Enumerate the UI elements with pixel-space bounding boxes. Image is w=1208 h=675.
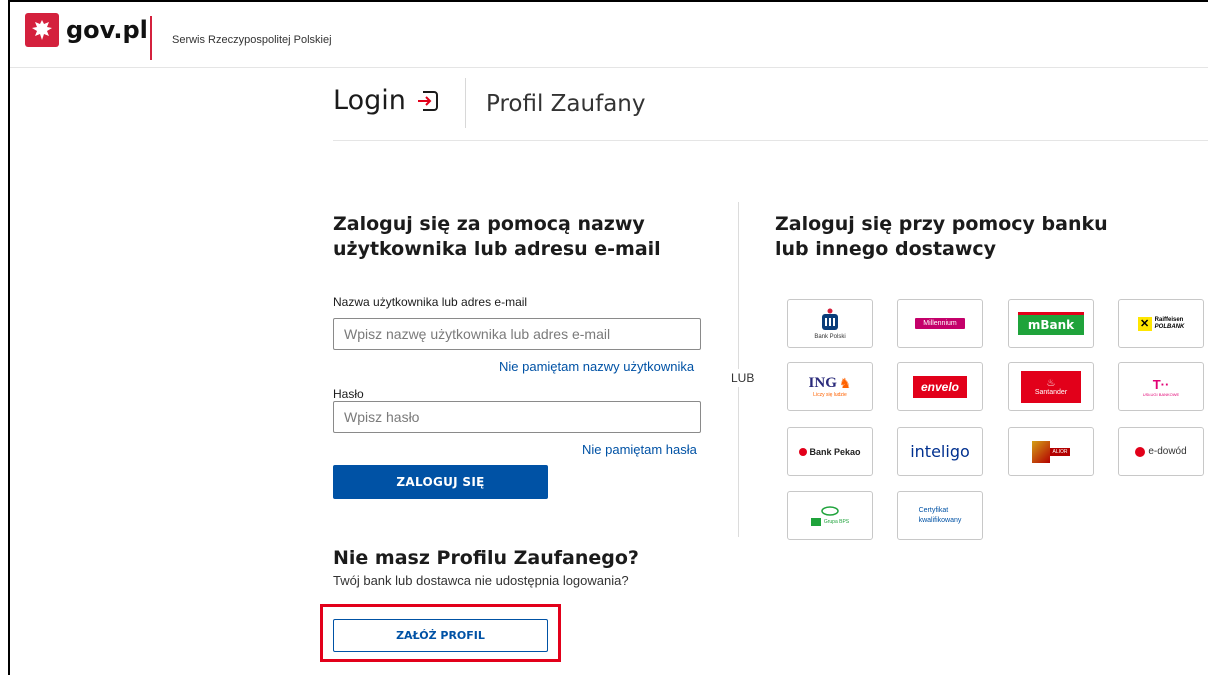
providers-heading-line1: Zaloguj się przy pomocy banku	[775, 213, 1108, 235]
title-divider	[333, 140, 1208, 141]
raiffeisen-logo: ✕ Raiffeisen POLBANK	[1137, 316, 1185, 331]
create-profile-button[interactable]: ZAŁÓŻ PROFIL	[333, 619, 548, 652]
provider-ing[interactable]: ING ♞ Liczy się ludzie	[787, 362, 873, 411]
alior-logo-icon	[1032, 440, 1051, 463]
login-form-heading-line2: użytkownika lub adresu e-mail	[333, 238, 661, 260]
ing-logo-text: ING	[808, 375, 837, 391]
provider-pko-bank-polski[interactable]: Bank Polski	[787, 299, 873, 348]
provider-grupa-bps[interactable]: Grupa BPS	[787, 491, 873, 540]
provider-raiffeisen[interactable]: ✕ Raiffeisen POLBANK	[1118, 299, 1204, 348]
bps-logo-text: Grupa BPS	[823, 518, 850, 525]
t-mobile-subtext: USŁUGI BANKOWE	[1142, 391, 1180, 397]
brand-name: gov.pl	[66, 16, 148, 44]
password-label: Hasło	[333, 387, 364, 401]
brand-separator	[150, 16, 152, 60]
e-dowod-logo-text: e-dowód	[1148, 446, 1187, 457]
title-separator	[465, 78, 466, 128]
provider-envelo[interactable]: envelo	[897, 362, 983, 411]
providers-heading: Zaloguj się przy pomocy banku lub innego…	[775, 212, 1108, 262]
login-heading: Login	[333, 85, 406, 116]
login-arrow-icon	[417, 90, 438, 111]
certyfikat-label-line2: kwalifikowany	[918, 516, 962, 524]
alior-logo-text: ALIOR	[1050, 447, 1070, 456]
pko-logo-text: Bank Polski	[814, 333, 846, 340]
pekao-logo-text: Bank Pekao	[809, 446, 861, 457]
service-name: Profil Zaufany	[486, 91, 646, 117]
provider-millennium[interactable]: Millennium	[897, 299, 983, 348]
millennium-logo: Millennium	[915, 318, 965, 329]
ing-lion-icon: ♞	[838, 375, 852, 391]
signup-heading: Nie masz Profilu Zaufanego?	[333, 547, 639, 569]
e-dowod-icon	[1135, 446, 1146, 457]
pko-logo-icon	[822, 308, 838, 330]
certyfikat-label-line1: Certyfikat	[918, 506, 949, 514]
login-form-heading-line1: Zaloguj się za pomocą nazwy	[333, 213, 645, 235]
pekao-logo-icon	[799, 447, 808, 456]
login-form-heading: Zaloguj się za pomocą nazwy użytkownika …	[333, 212, 661, 262]
username-label: Nazwa użytkownika lub adres e-mail	[333, 295, 528, 309]
bps-logo-icon	[810, 517, 821, 526]
t-mobile-logo: T··	[1152, 376, 1170, 392]
envelo-logo: envelo	[912, 375, 967, 398]
provider-certyfikat-kwalifikowany[interactable]: Certyfikat kwalifikowany	[897, 491, 983, 540]
bps-leaf-icon	[821, 505, 839, 516]
provider-mbank[interactable]: mBank	[1008, 299, 1094, 348]
raiffeisen-cross-icon: ✕	[1137, 316, 1152, 331]
login-title: Login	[333, 85, 440, 116]
provider-e-dowod[interactable]: e-dowód	[1118, 427, 1204, 476]
brand-subtitle: Serwis Rzeczypospolitej Polskiej	[172, 34, 332, 46]
santander-logo-text: Santander	[1034, 388, 1068, 396]
brand-logo[interactable]: gov.pl	[25, 13, 148, 47]
provider-alior[interactable]: ALIOR	[1008, 427, 1094, 476]
ing-tagline: Liczy się ludzie	[813, 392, 847, 398]
provider-santander[interactable]: ♨ Santander	[1008, 362, 1094, 411]
signup-subtext: Twój bank lub dostawca nie udostępnia lo…	[333, 573, 629, 588]
provider-inteligo[interactable]: inteligo	[897, 427, 983, 476]
login-button[interactable]: ZALOGUJ SIĘ	[333, 465, 548, 499]
mbank-logo: mBank	[1017, 312, 1085, 335]
polbank-logo-text: POLBANK	[1154, 323, 1185, 330]
forgot-password-link[interactable]: Nie pamiętam hasła	[582, 442, 697, 457]
providers-heading-line2: lub innego dostawcy	[775, 238, 997, 260]
forgot-username-link[interactable]: Nie pamiętam nazwy użytkownika	[499, 359, 694, 374]
or-divider-label: LUB	[727, 369, 759, 387]
inteligo-logo: inteligo	[910, 442, 970, 461]
santander-flame-icon: ♨	[1046, 377, 1056, 389]
eagle-emblem-icon	[25, 13, 59, 47]
raiffeisen-logo-text: Raiffeisen	[1154, 316, 1184, 323]
provider-bank-pekao[interactable]: Bank Pekao	[787, 427, 873, 476]
top-header: gov.pl Serwis Rzeczypospolitej Polskiej	[10, 2, 1208, 68]
username-input[interactable]	[333, 318, 701, 350]
password-input[interactable]	[333, 401, 701, 433]
provider-t-mobile[interactable]: T·· USŁUGI BANKOWE	[1118, 362, 1204, 411]
